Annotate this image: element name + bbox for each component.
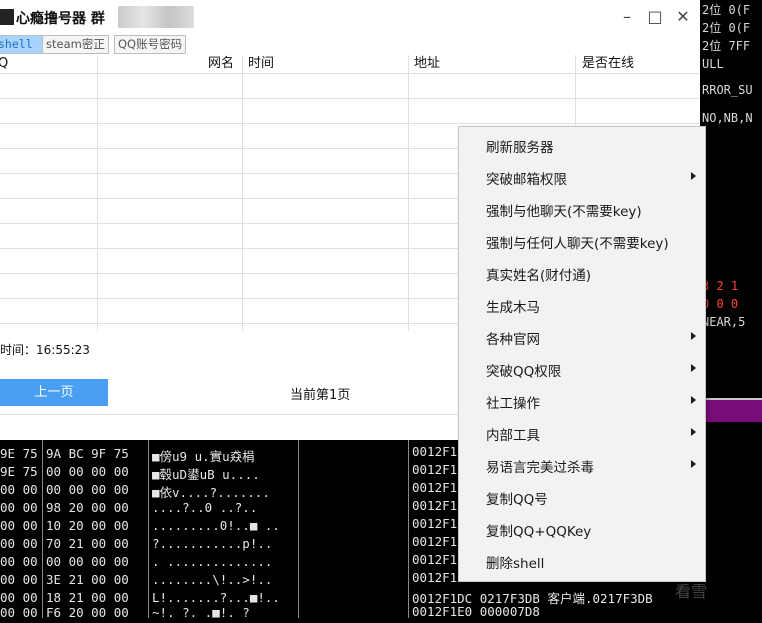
current-time-label: 时间：16:55:23: [0, 343, 90, 357]
stack-row: 0012F1: [412, 570, 458, 585]
register-line: 2位 7FF: [702, 39, 751, 53]
prev-page-button[interactable]: 上一页: [0, 379, 108, 406]
close-button[interactable]: ✕: [670, 6, 696, 28]
menu-item-force-chat[interactable]: 强制与他聊天(不需要key): [459, 195, 705, 223]
submenu-arrow-icon: [691, 364, 696, 372]
current-page-label: 当前第1页: [290, 388, 351, 403]
submenu-arrow-icon: [691, 332, 696, 340]
menu-item-force-chat-anyone[interactable]: 强制与任何人聊天(不需要key): [459, 227, 705, 255]
column-header-nickname[interactable]: 网名: [208, 55, 234, 72]
stack-row: 0012F1: [412, 534, 458, 549]
stack-row: 0012F1: [412, 552, 458, 567]
register-line: ULL: [702, 57, 724, 71]
menu-item-real-name[interactable]: 真实姓名(财付通): [459, 259, 705, 287]
tab-shell[interactable]: shell: [0, 35, 44, 54]
app-logo-icon: [0, 9, 14, 25]
window-title: 心瘾撸号器 群: [16, 11, 105, 27]
row-divider: [0, 73, 700, 74]
stack-row: 0012F1: [412, 444, 458, 459]
stack-row: 0012F1: [412, 480, 458, 495]
register-line: 2位 0(F: [702, 3, 751, 17]
tab-qq-account[interactable]: QQ账号密码: [114, 35, 187, 54]
column-divider: [242, 55, 243, 331]
register-line: 0 0 0: [702, 297, 739, 311]
menu-item-antivirus-bypass[interactable]: 易语言完美过杀毒: [459, 451, 705, 479]
debugger-registers-pane: 2位 0(F 2位 0(F 2位 7FF ULL RROR_SU NO,NB,N…: [700, 0, 762, 618]
menu-item-refresh-server[interactable]: 刷新服务器: [459, 131, 705, 159]
submenu-arrow-icon: [691, 460, 696, 468]
tab-steam[interactable]: steam密正: [42, 35, 109, 54]
register-line: NO,NB,N: [702, 111, 753, 125]
menu-item-bypass-email[interactable]: 突破邮箱权限: [459, 163, 705, 191]
column-header-qq[interactable]: Q: [0, 55, 8, 72]
menu-item-bypass-qq[interactable]: 突破QQ权限: [459, 355, 705, 383]
row-divider: [0, 123, 700, 124]
column-divider: [42, 440, 43, 618]
menu-item-generate-trojan[interactable]: 生成木马: [459, 291, 705, 319]
column-divider: [148, 440, 149, 618]
register-line: RROR_SU: [702, 83, 753, 97]
stack-row: 0012F1E0 000007D8: [412, 604, 540, 619]
register-line: NEAR,5: [702, 315, 746, 329]
hex-dump-pane: 9E 75 9A BC 9F 75 ■傍u9 u.實u猋梋 9E 75 00 00 0…: [0, 440, 408, 620]
blurred-group-number: [118, 6, 194, 28]
column-divider: [408, 440, 409, 618]
column-header-address[interactable]: 地址: [414, 55, 440, 72]
context-menu: 刷新服务器 突破邮箱权限 强制与他聊天(不需要key) 强制与任何人聊天(不需要…: [458, 126, 706, 582]
column-header-online[interactable]: 是否在线: [582, 55, 634, 72]
highlight-bar: [700, 400, 762, 422]
menu-item-social-engineering[interactable]: 社工操作: [459, 387, 705, 415]
submenu-arrow-icon: [691, 172, 696, 180]
row-divider: [0, 98, 700, 99]
maximize-button[interactable]: □: [642, 6, 668, 28]
menu-item-official-sites[interactable]: 各种官网: [459, 323, 705, 351]
menu-item-copy-qq-key[interactable]: 复制QQ+QQKey: [459, 515, 705, 543]
menu-item-internal-tools[interactable]: 内部工具: [459, 419, 705, 447]
column-divider: [97, 55, 98, 331]
title-bar[interactable]: 心瘾撸号器 群 – □ ✕: [0, 0, 700, 34]
menu-item-delete-shell[interactable]: 删除shell: [459, 547, 705, 575]
register-line: 3 2 1: [702, 279, 739, 293]
column-header-time[interactable]: 时间: [248, 55, 274, 72]
column-divider: [408, 55, 409, 331]
stack-row: 0012F1: [412, 498, 458, 513]
minimize-button[interactable]: –: [614, 6, 640, 28]
submenu-arrow-icon: [691, 396, 696, 404]
register-line: 2位 0(F: [702, 21, 751, 35]
submenu-arrow-icon: [691, 428, 696, 436]
stack-row: 0012F1: [412, 462, 458, 477]
menu-item-copy-qq[interactable]: 复制QQ号: [459, 483, 705, 511]
stack-row: 0012F1: [412, 516, 458, 531]
